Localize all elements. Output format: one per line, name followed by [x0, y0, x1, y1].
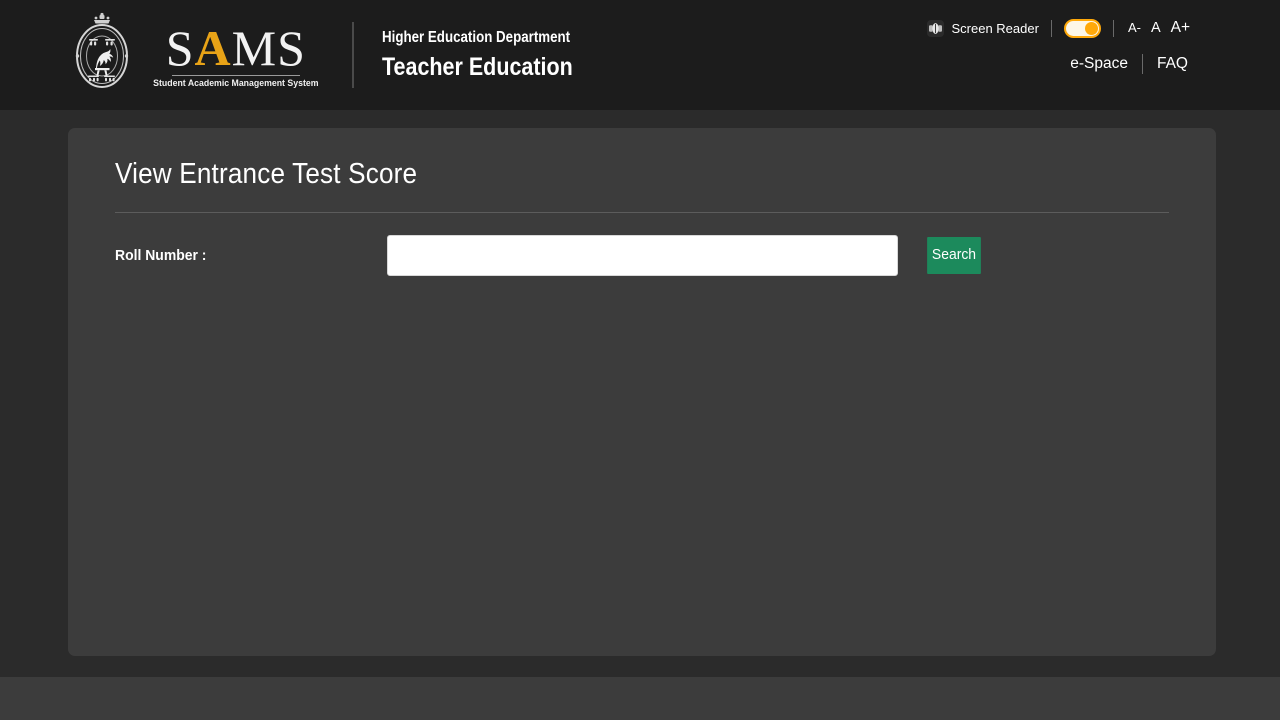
sams-underline	[171, 74, 300, 76]
sams-wordmark: S A MS	[166, 22, 306, 74]
portal-name: Teacher Education	[381, 53, 573, 81]
font-increase-button[interactable]: A+	[1171, 19, 1190, 37]
roll-number-form-row: Roll Number : Search	[115, 235, 1186, 276]
toolbar-separator-1	[1050, 19, 1052, 37]
department-block: Higher Education Department Teacher Educ…	[382, 28, 604, 82]
font-size-controls: A- A A+	[1128, 19, 1190, 37]
toggle-knob	[1084, 21, 1098, 35]
header-nav: e-Space FAQ	[1070, 54, 1188, 74]
entrance-test-score-card: View Entrance Test Score Roll Number : S…	[68, 128, 1216, 656]
font-decrease-button[interactable]: A-	[1128, 20, 1141, 35]
page-title: View Entrance Test Score	[115, 158, 418, 190]
nav-separator	[1141, 54, 1143, 74]
font-normal-button[interactable]: A	[1151, 20, 1161, 36]
roll-number-input[interactable]	[387, 235, 898, 276]
sams-tagline: Student Academic Management System	[153, 77, 319, 89]
page-body: View Entrance Test Score Roll Number : S…	[0, 110, 1280, 677]
header-divider	[351, 22, 354, 88]
sams-letter-a: A	[194, 19, 232, 76]
accessibility-toolbar: Screen Reader A- A A+	[927, 8, 1190, 48]
odisha-emblem-icon	[72, 12, 132, 98]
sams-letters-ms: MS	[231, 19, 306, 76]
title-divider	[115, 212, 1169, 213]
sams-logo: S A MS Student Academic Management System	[146, 22, 326, 89]
roll-number-label: Roll Number :	[115, 247, 207, 264]
toolbar-separator-2	[1112, 19, 1114, 37]
nav-link-e-space[interactable]: e-Space	[1070, 55, 1128, 73]
site-footer	[0, 677, 1280, 720]
screen-reader-toggle[interactable]	[1063, 18, 1101, 38]
nav-link-faq[interactable]: FAQ	[1157, 55, 1188, 73]
screen-reader-label: Screen Reader	[951, 20, 1039, 36]
screen-reader-icon	[927, 19, 945, 37]
sams-letter-s1: S	[165, 19, 195, 76]
site-header: S A MS Student Academic Management System …	[0, 0, 1280, 110]
department-name: Higher Education Department	[381, 29, 570, 46]
header-right-controls: Screen Reader A- A A+ e-Space FAQ	[927, 0, 1190, 74]
brand-zone[interactable]: S A MS Student Academic Management System …	[0, 0, 604, 110]
search-button[interactable]: Search	[927, 237, 981, 274]
